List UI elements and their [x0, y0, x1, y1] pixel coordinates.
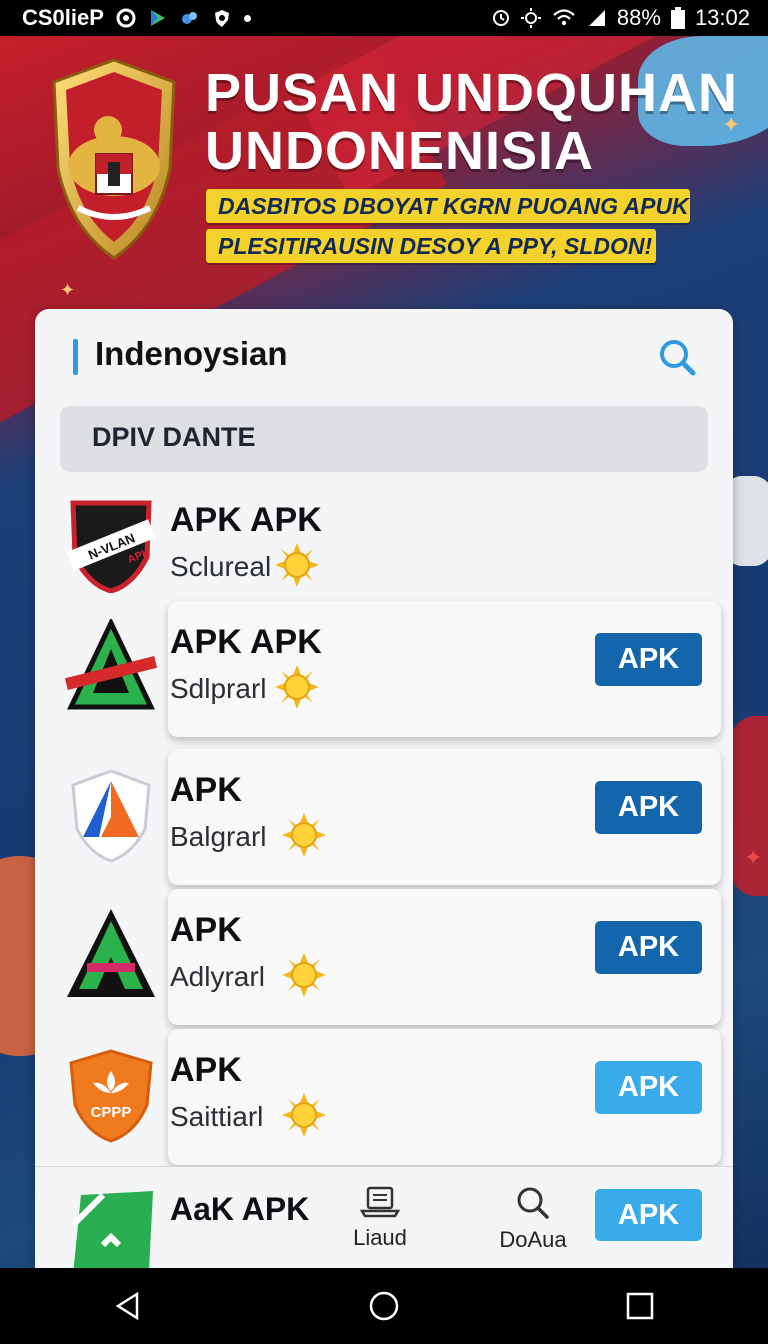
battery-icon: [670, 7, 685, 29]
green-black-a-icon: [67, 909, 155, 997]
system-navigation-bar: [0, 1268, 768, 1344]
app-name: APK APK: [170, 623, 322, 661]
green-app-icon: [70, 1191, 153, 1268]
svg-text:CPPP: CPPP: [91, 1104, 132, 1121]
carrier-label: CS0lieP: [22, 5, 104, 30]
sun-rating-icon: [275, 665, 319, 709]
nav-item-doaua[interactable]: DoAua: [478, 1185, 588, 1253]
section-header: DPIV DANTE: [60, 406, 708, 472]
green-a-icon: [64, 619, 158, 710]
apk-download-button[interactable]: APK: [595, 781, 702, 834]
nav-item-label: Liaud: [353, 1225, 407, 1250]
hero-tagline-2: PLESITIRAUSIN DESOY A PPY, SLDON!: [206, 229, 656, 263]
app-notification-icon: [181, 12, 197, 24]
nav-item-label: DoAua: [499, 1227, 567, 1252]
app-name: APK: [170, 1051, 242, 1089]
recents-button[interactable]: [610, 1286, 670, 1326]
battery-percent: 88%: [616, 5, 661, 30]
chrome-icon: [116, 8, 136, 28]
accent-bar: [73, 339, 78, 375]
app-name: APK: [170, 911, 242, 949]
app-category: Saittiarl: [170, 1101, 264, 1132]
apk-download-button[interactable]: APK: [595, 1189, 702, 1241]
list-item[interactable]: APK Adlyrarl APK: [35, 889, 721, 1027]
garuda-emblem-icon: [52, 58, 176, 260]
hero-tagline-1: DASBITOS DBOYAT KGRN PUOANG APUK: [206, 189, 690, 223]
status-bar: CS0lieP 88% 13:02: [0, 0, 768, 36]
more-notifications-icon: [243, 14, 251, 22]
card-title: Indenoysian: [95, 335, 288, 372]
back-button[interactable]: [98, 1286, 158, 1326]
signal-icon: [588, 10, 605, 26]
app-category: Sdlprarl: [170, 673, 267, 704]
recents-icon: [626, 1292, 654, 1320]
app-category: Adlyrarl: [170, 961, 265, 992]
app-list-card: Indenoysian DPIV DANTE N-VLAN APK APK AP…: [35, 309, 733, 1268]
sun-rating-icon: [275, 543, 319, 587]
list-item[interactable]: APK APK Sdlprarl APK: [35, 601, 721, 739]
list-item[interactable]: APK Balgrarl APK: [35, 749, 721, 887]
sparkle-icon: ✦: [722, 112, 741, 137]
wifi-icon: [553, 9, 575, 26]
app-category: Sclureal: [170, 551, 272, 582]
orange-cppp-shield-icon: CPPP: [69, 1049, 153, 1143]
apk-download-button[interactable]: APK: [595, 1061, 702, 1114]
alarm-icon: [492, 10, 509, 26]
home-icon: [369, 1291, 399, 1321]
home-button[interactable]: [354, 1286, 414, 1326]
card-header: Indenoysian: [35, 309, 733, 404]
sparkle-icon: ✦: [60, 280, 76, 300]
search-icon: [517, 1187, 549, 1219]
search-icon[interactable]: [657, 337, 697, 377]
black-red-shield-icon: N-VLAN APK: [66, 500, 156, 593]
list-item[interactable]: CPPP APK Saittiarl APK: [35, 1029, 721, 1167]
sun-rating-icon: [282, 953, 326, 997]
back-icon: [115, 1291, 139, 1321]
bottom-navigation: AaK APK Liaud DoAua APK: [35, 1166, 733, 1268]
app-name: APK APK: [170, 501, 322, 539]
app-name: AaK APK: [170, 1191, 310, 1227]
blue-orange-shield-icon: [71, 769, 151, 863]
laptop-icon: [359, 1186, 401, 1218]
play-store-icon: [150, 10, 165, 26]
sun-rating-icon: [282, 1093, 326, 1137]
section-label: DPIV DANTE: [92, 422, 256, 452]
app-category: Balgrarl: [170, 821, 267, 852]
apk-download-button[interactable]: APK: [595, 921, 702, 974]
apk-download-button[interactable]: APK: [595, 633, 702, 686]
hero-title: PUSAN UNDQUHAN UNDONENISIA: [205, 63, 739, 181]
nav-item-liaud[interactable]: Liaud: [325, 1185, 435, 1251]
shield-notification-icon: [214, 10, 229, 27]
sparkle-icon: ✦: [744, 845, 763, 870]
clock: 13:02: [694, 5, 750, 30]
brightness-icon: [520, 8, 541, 28]
app-name: APK: [170, 771, 242, 809]
sun-rating-icon: [282, 813, 326, 857]
list-item[interactable]: N-VLAN APK APK APK Sclureal: [35, 479, 721, 617]
